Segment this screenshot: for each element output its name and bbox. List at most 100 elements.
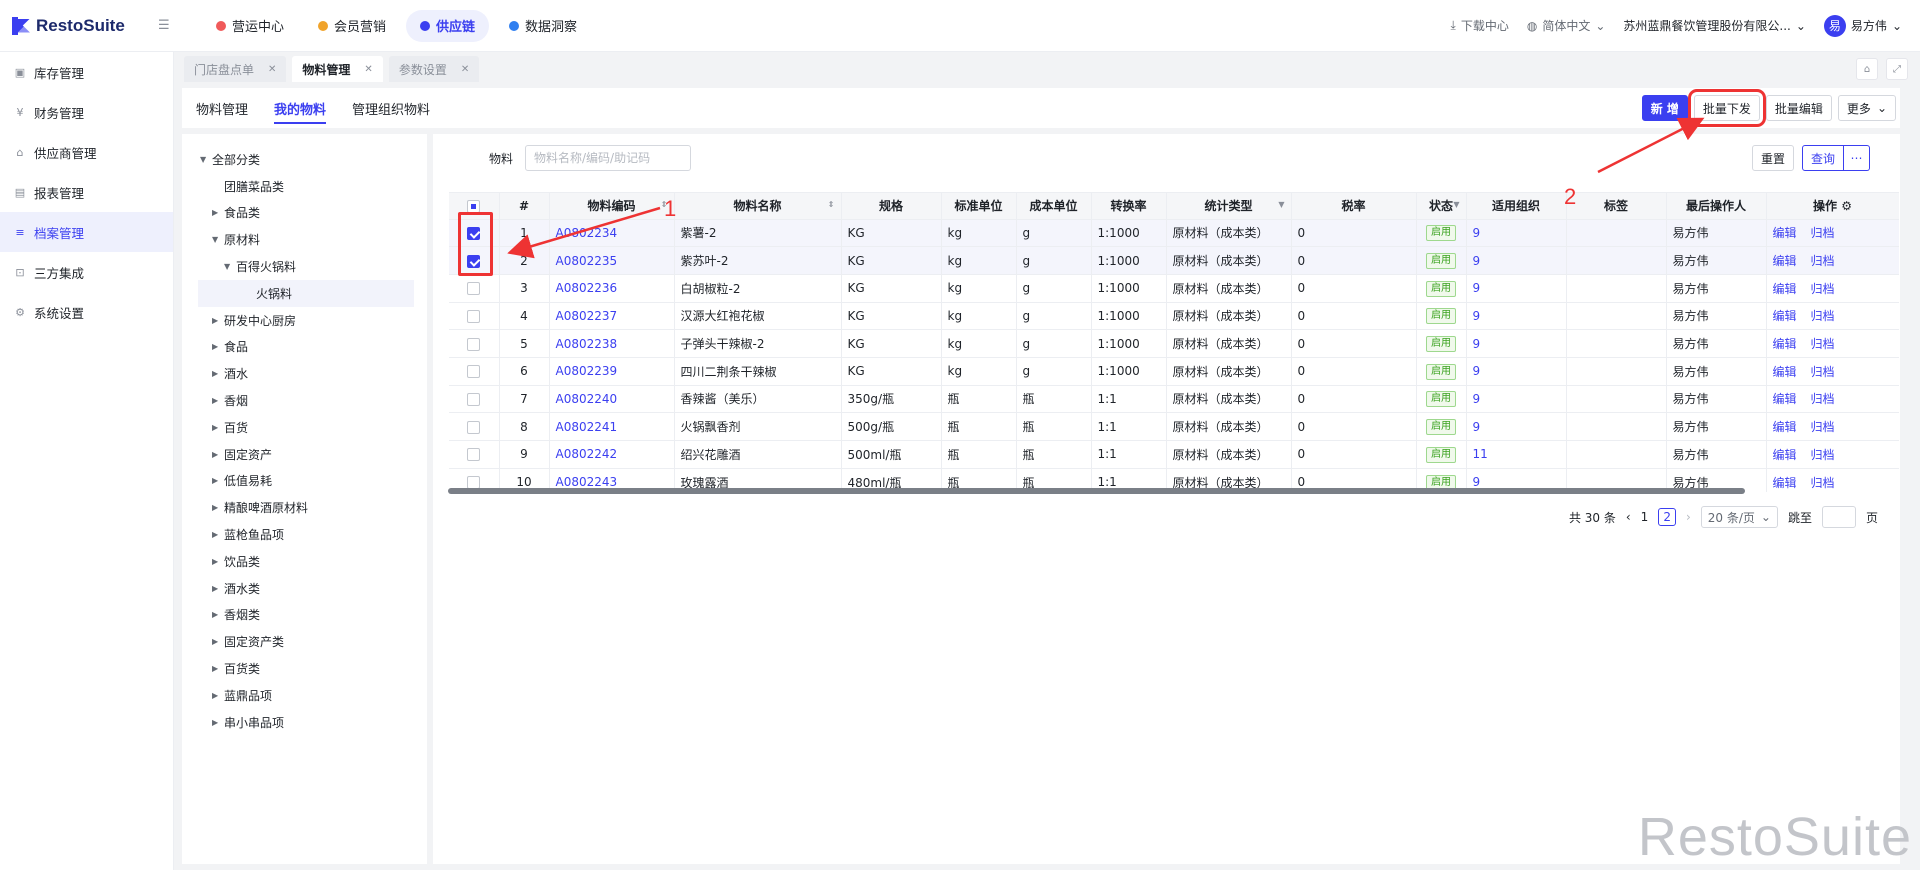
tree-node[interactable]: ▶ 低值易耗 <box>182 468 427 495</box>
material-code-link[interactable]: A0802240 <box>556 392 618 406</box>
sort-icon[interactable]: ⇕ <box>828 200 835 209</box>
tab-store-inventory[interactable]: 门店盘点单 ✕ <box>184 56 287 82</box>
caret-right-icon[interactable]: ▶ <box>212 530 224 539</box>
sidebar-item-archive[interactable]: ≡ 档案管理 <box>0 212 173 252</box>
column-header[interactable]: 物料名称 ⇕ <box>674 193 842 220</box>
row-checkbox[interactable] <box>467 448 481 462</box>
page-2[interactable]: 2 <box>1658 508 1676 526</box>
org-count-link[interactable]: 9 <box>1473 254 1481 268</box>
tab-parameter-settings[interactable]: 参数设置 ✕ <box>388 56 480 82</box>
table-row[interactable]: 1 A0802234 紫薯-2 KG kg g 1:1000 原材料（成本类） 0 启用 9 易方伟 编… <box>449 219 1899 248</box>
edit-link[interactable]: 编辑 <box>1773 337 1797 351</box>
column-header[interactable]: 状态 ▼ <box>1416 193 1467 220</box>
material-code-link[interactable]: A0802234 <box>556 226 618 240</box>
tree-node[interactable]: ▶ 饮品类 <box>182 548 427 575</box>
company-select[interactable]: 苏州蓝鼎餐饮管理股份有限公... ⌄ <box>1623 17 1806 34</box>
gear-icon[interactable]: ⚙ <box>1841 199 1852 213</box>
topnav-item-operations[interactable]: 营运中心 <box>202 10 298 42</box>
column-header[interactable]: 统计类型 ▼ <box>1166 193 1292 220</box>
caret-right-icon[interactable]: ▶ <box>212 664 224 673</box>
tree-node[interactable]: ▶ 百货类 <box>182 655 427 682</box>
tree-node[interactable]: ▶ 酒水类 <box>182 575 427 602</box>
material-code-link[interactable]: A0802237 <box>556 309 618 323</box>
edit-link[interactable]: 编辑 <box>1773 254 1797 268</box>
caret-right-icon[interactable]: ▶ <box>212 316 224 325</box>
edit-link[interactable]: 编辑 <box>1773 392 1797 406</box>
table-row[interactable]: 4 A0802237 汉源大红袍花椒 KG kg g 1:1000 原材料（成本类） 0 启用 9 易… <box>449 302 1899 331</box>
column-header[interactable]: 物料编码 ⇕ <box>549 193 675 220</box>
filter-icon[interactable]: ▼ <box>1453 200 1459 209</box>
caret-right-icon[interactable]: ▶ <box>212 476 224 485</box>
caret-right-icon[interactable]: ▶ <box>212 208 224 217</box>
material-code-link[interactable]: A0802241 <box>556 420 618 434</box>
archive-link[interactable]: 归档 <box>1811 392 1835 406</box>
tree-node[interactable]: ▼ 百得火锅料 <box>182 253 427 280</box>
row-checkbox[interactable] <box>467 420 481 434</box>
close-icon[interactable]: ✕ <box>461 64 469 75</box>
caret-right-icon[interactable]: ▶ <box>212 396 224 405</box>
sidebar-item-integration[interactable]: ⊡ 三方集成 <box>0 252 173 292</box>
tree-node[interactable]: ▶ 固定资产类 <box>182 628 427 655</box>
caret-right-icon[interactable]: ▶ <box>212 342 224 351</box>
org-count-link[interactable]: 9 <box>1473 420 1481 434</box>
sidebar-item-report[interactable]: ▤ 报表管理 <box>0 172 173 212</box>
material-code-link[interactable]: A0802242 <box>556 447 618 461</box>
page-1[interactable]: 1 <box>1641 510 1649 524</box>
tree-node[interactable]: ▶ 蓝鼎品项 <box>182 682 427 709</box>
sidebar-item-supplier[interactable]: ⌂ 供应商管理 <box>0 132 173 172</box>
filter-icon[interactable]: ▼ <box>1278 200 1284 209</box>
caret-down-icon[interactable]: ▼ <box>212 235 224 244</box>
tree-node[interactable]: ▶ 香烟类 <box>182 602 427 629</box>
org-count-link[interactable]: 9 <box>1473 475 1481 489</box>
caret-right-icon[interactable]: ▶ <box>212 557 224 566</box>
archive-link[interactable]: 归档 <box>1811 309 1835 323</box>
add-button[interactable]: 新 增 <box>1641 95 1688 121</box>
jump-page-input[interactable] <box>1821 506 1856 528</box>
subtab-material-management[interactable]: 物料管理 <box>196 88 248 128</box>
archive-link[interactable]: 归档 <box>1811 476 1835 490</box>
tree-node[interactable]: ▶ 串小串品项 <box>182 709 427 736</box>
reset-button[interactable]: 重置 <box>1751 145 1794 171</box>
caret-right-icon[interactable]: ▶ <box>212 637 224 646</box>
batch-issue-button[interactable]: 批量下发 <box>1687 89 1766 127</box>
batch-edit-button[interactable]: 批量编辑 <box>1765 95 1832 121</box>
org-count-link[interactable]: 9 <box>1473 226 1481 240</box>
tree-node[interactable]: ▶ 固定资产 <box>182 441 427 468</box>
material-code-link[interactable]: A0802238 <box>556 337 618 351</box>
table-row[interactable]: 9 A0802242 绍兴花雕酒 500ml/瓶 瓶 瓶 1:1 原材料（成本类） 0 启用 11 易… <box>449 440 1899 469</box>
org-count-link[interactable]: 9 <box>1473 392 1481 406</box>
query-button[interactable]: 查询 <box>1801 145 1844 171</box>
tree-node[interactable]: ▶ 食品 <box>182 334 427 361</box>
org-count-link[interactable]: 9 <box>1473 309 1481 323</box>
archive-link[interactable]: 归档 <box>1811 282 1835 296</box>
table-row[interactable]: 2 A0802235 紫苏叶-2 KG kg g 1:1000 原材料（成本类） 0 启用 9 易方伟… <box>449 246 1899 275</box>
tree-node[interactable]: ▶ 食品类 <box>182 200 427 227</box>
caret-right-icon[interactable]: ▶ <box>212 503 224 512</box>
table-row[interactable]: 5 A0802238 子弹头干辣椒-2 KG kg g 1:1000 原材料（成本类） 0 启用 9… <box>449 329 1899 358</box>
material-code-link[interactable]: A0802236 <box>556 281 618 295</box>
tree-node[interactable]: ▶ 酒水 <box>182 360 427 387</box>
archive-link[interactable]: 归档 <box>1811 420 1835 434</box>
sidebar-item-settings[interactable]: ⚙ 系统设置 <box>0 292 173 332</box>
material-code-link[interactable]: A0802243 <box>556 475 618 489</box>
select-all-checkbox[interactable] <box>467 199 481 213</box>
row-checkbox[interactable] <box>467 392 481 406</box>
caret-right-icon[interactable]: ▶ <box>212 423 224 432</box>
language-select[interactable]: ◍ 简体中文 ⌄ <box>1527 17 1606 34</box>
more-button[interactable]: 更多 ⌄ <box>1837 95 1896 121</box>
home-icon[interactable]: ⌂ <box>1856 58 1878 80</box>
topnav-item-marketing[interactable]: 会员营销 <box>304 10 400 42</box>
collapse-menu-icon[interactable]: ☰ <box>158 18 180 33</box>
tree-node[interactable]: ▶ 香烟 <box>182 387 427 414</box>
org-count-link[interactable]: 9 <box>1473 364 1481 378</box>
logo[interactable]: RestoSuite <box>0 16 150 36</box>
table-row[interactable]: 3 A0802236 白胡椒粒-2 KG kg g 1:1000 原材料（成本类） 0 启用 9 易方… <box>449 274 1899 303</box>
archive-link[interactable]: 归档 <box>1811 337 1835 351</box>
next-page-icon[interactable]: › <box>1686 510 1691 524</box>
material-search-input[interactable] <box>525 145 692 171</box>
archive-link[interactable]: 归档 <box>1811 226 1835 240</box>
archive-link[interactable]: 归档 <box>1811 365 1835 379</box>
tree-node-root[interactable]: ▼ 全部分类 <box>182 146 427 173</box>
table-row[interactable]: 6 A0802239 四川二荆条干辣椒 KG kg g 1:1000 原材料（成本类） 0 启用 9… <box>449 357 1899 386</box>
tree-node[interactable]: ▶ 百货 <box>182 414 427 441</box>
